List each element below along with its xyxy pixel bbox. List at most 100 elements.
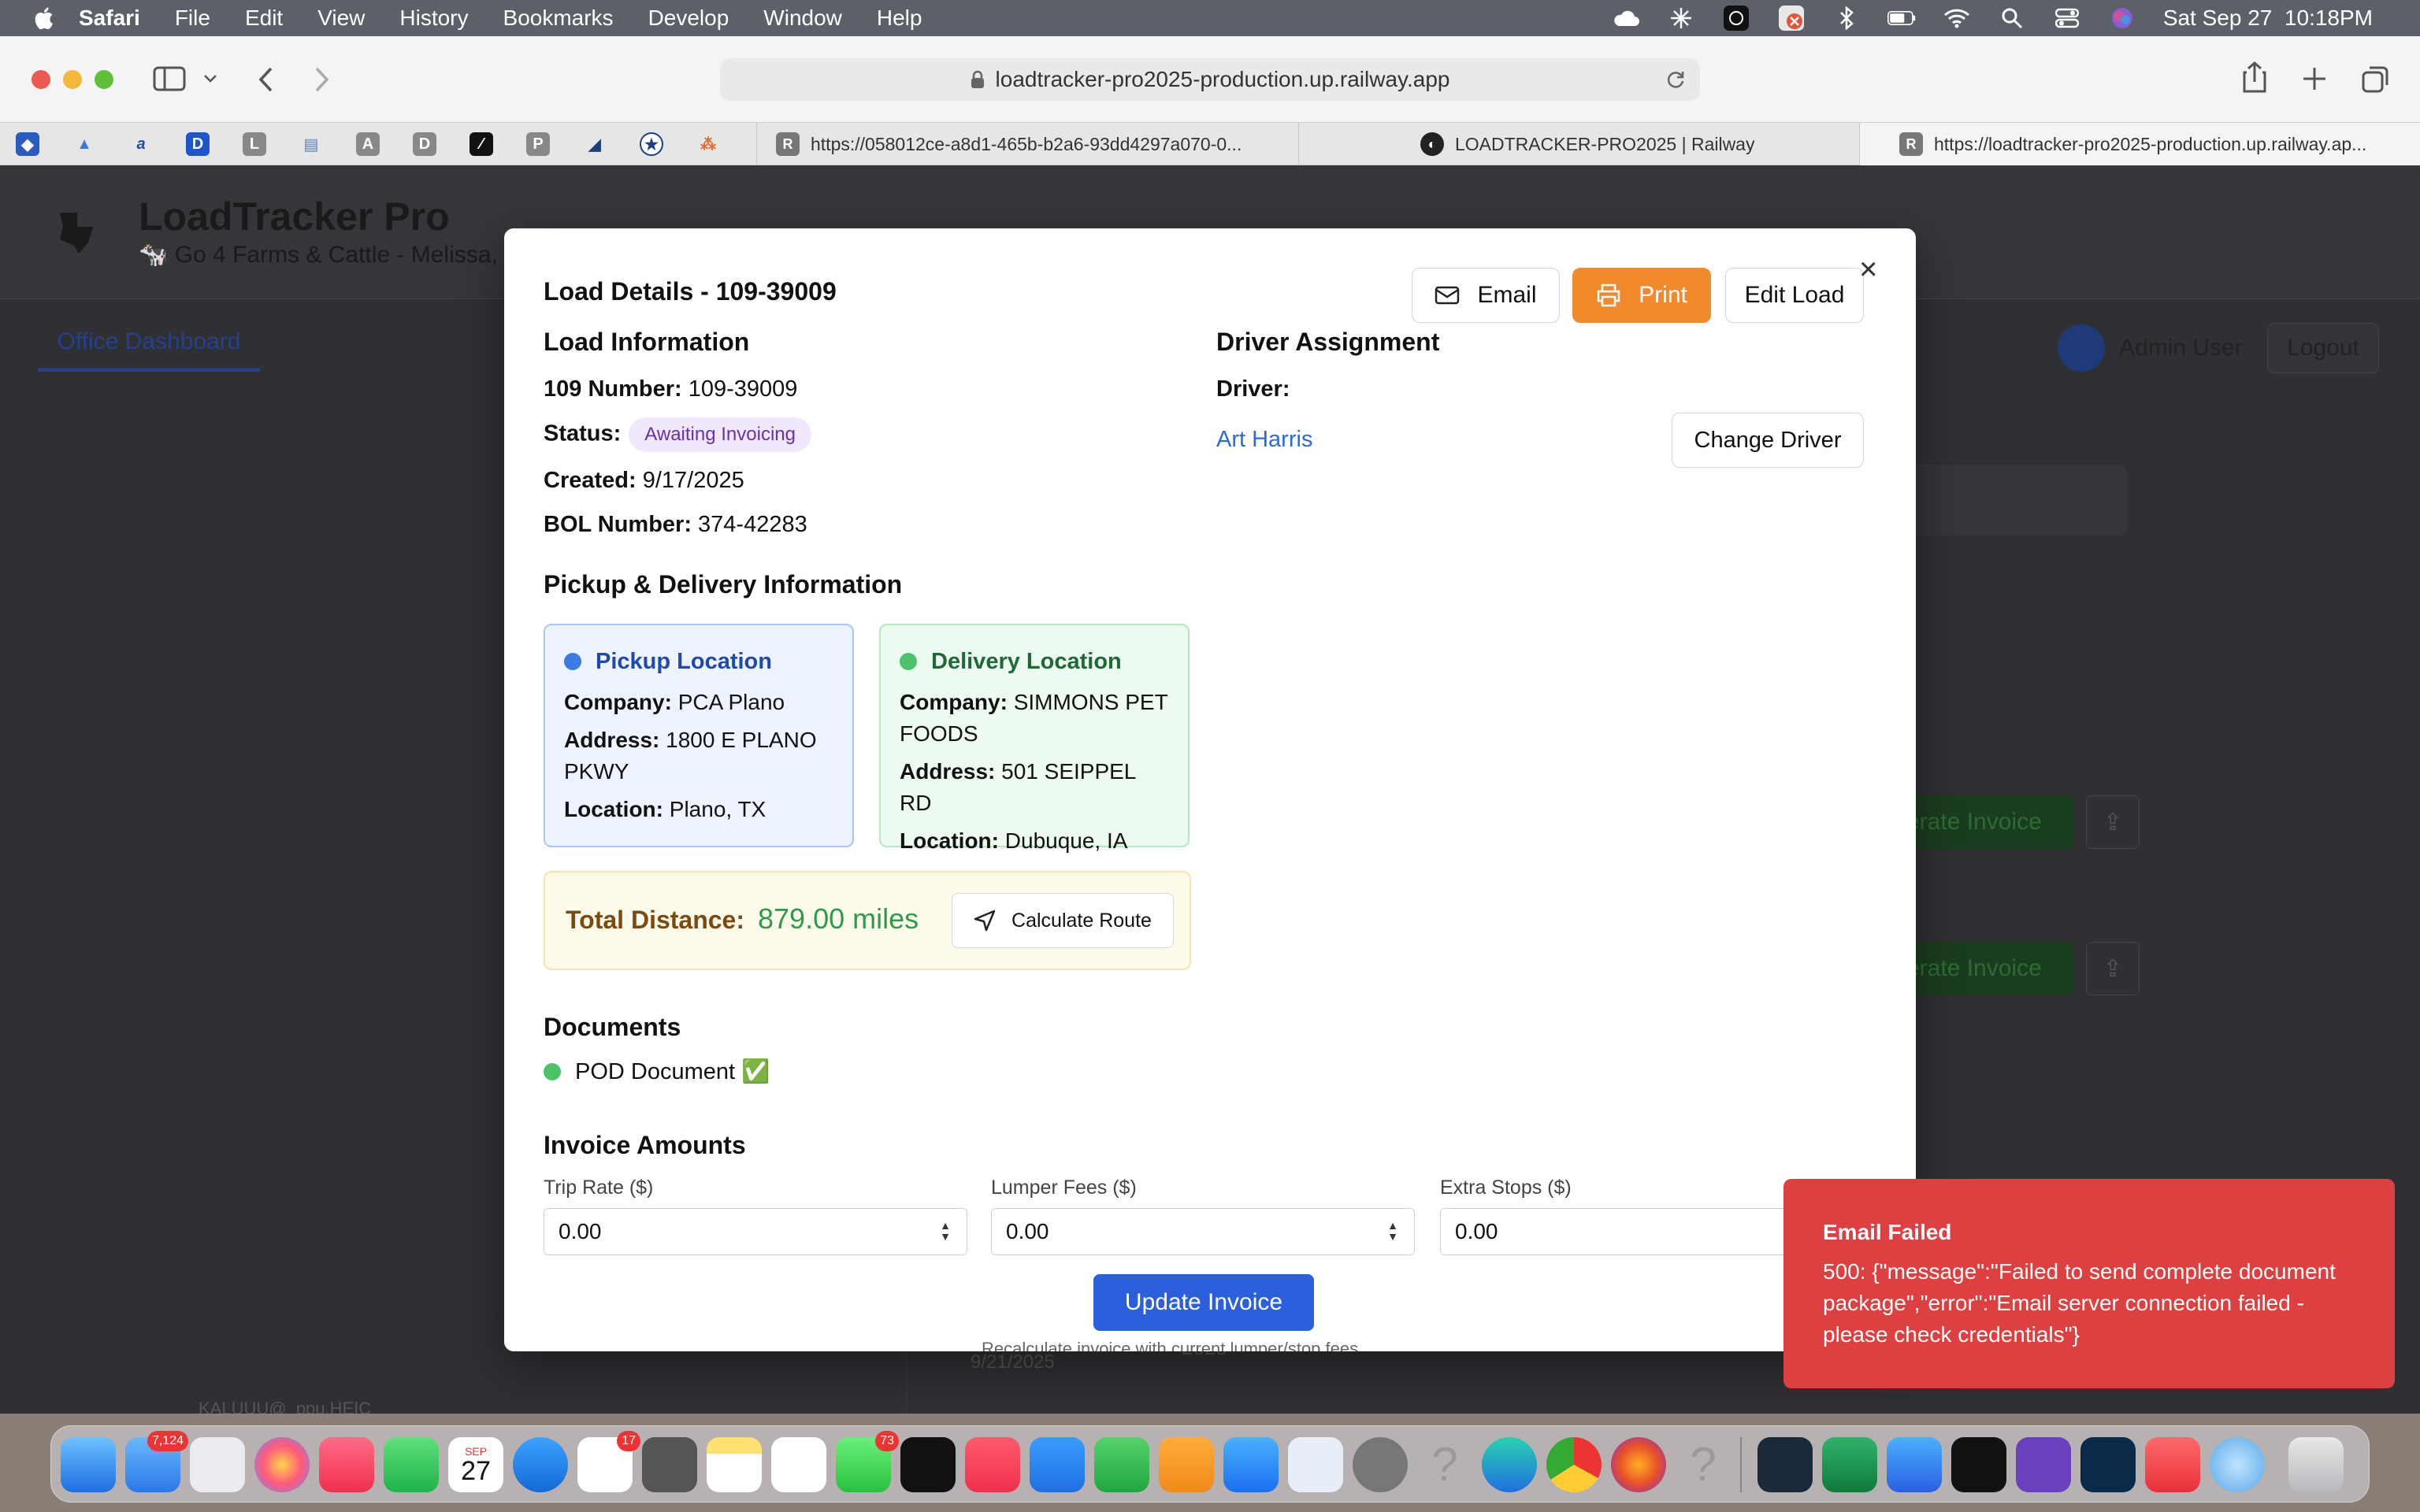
tab-3-active[interactable]: R https://loadtracker-pro2025-production…	[1859, 123, 2420, 165]
chrome-icon[interactable]	[1546, 1437, 1602, 1492]
pod-document-item[interactable]: POD Document ✅	[544, 1058, 770, 1085]
stepper-icon[interactable]: ▲ ▼	[940, 1220, 951, 1242]
menubar-clock[interactable]: Sat Sep 27 10:18PM	[2163, 6, 2373, 31]
wifi-icon[interactable]	[1943, 6, 1971, 30]
battery-icon[interactable]	[1887, 6, 1916, 30]
trip-rate-input[interactable]: 0.00 ▲ ▼	[544, 1208, 967, 1255]
tab-2[interactable]: ◐ LOADTRACKER-PRO2025 | Railway	[1298, 123, 1859, 165]
photo-app-icon[interactable]	[2080, 1437, 2136, 1492]
app-store-icon[interactable]	[1223, 1437, 1279, 1492]
update-invoice-button[interactable]: Update Invoice	[1093, 1274, 1314, 1331]
share-icon[interactable]	[2242, 61, 2267, 93]
calendar-icon[interactable]: SEP 27	[448, 1437, 503, 1492]
favorite-p-icon[interactable]: P	[526, 132, 550, 156]
messages-icon[interactable]: 73	[836, 1431, 899, 1492]
edit-load-button[interactable]: Edit Load	[1725, 268, 1864, 323]
minimize-window-button[interactable]	[63, 70, 82, 89]
reminders-icon[interactable]: 17	[577, 1431, 640, 1492]
user-menu[interactable]: Admin User	[2058, 323, 2243, 373]
cloud-upload-icon[interactable]	[2145, 1437, 2200, 1492]
icloud-icon[interactable]	[1612, 6, 1640, 30]
blocked-app-icon[interactable]	[1777, 6, 1806, 31]
trash-icon[interactable]	[2288, 1437, 2344, 1492]
new-tab-icon[interactable]	[2302, 66, 2327, 91]
address-bar[interactable]: loadtracker-pro2025-production.up.railwa…	[720, 58, 1700, 101]
upload-icon[interactable]: ⇪	[2086, 942, 2140, 995]
favorite-d-icon[interactable]: D	[186, 132, 210, 156]
perplexity-icon[interactable]	[1757, 1437, 1813, 1492]
menu-help[interactable]: Help	[877, 6, 922, 31]
favorite-hub-icon[interactable]: ⁂	[696, 132, 720, 156]
generate-invoice-button-2[interactable]: erate Invoice	[1891, 942, 2073, 995]
numbers-icon[interactable]	[1094, 1437, 1149, 1492]
system-settings-icon[interactable]	[1353, 1437, 1408, 1492]
calculate-route-button[interactable]: Calculate Route	[952, 893, 1174, 948]
edge-icon[interactable]	[1482, 1437, 1537, 1492]
email-failed-toast[interactable]: Email Failed 500: {"message":"Failed to …	[1783, 1179, 2395, 1388]
finder-icon[interactable]	[61, 1437, 116, 1492]
news-icon[interactable]	[965, 1437, 1020, 1492]
pages-icon[interactable]	[1159, 1437, 1214, 1492]
chevron-down-icon[interactable]	[203, 74, 217, 83]
mail-app-icon[interactable]: 7,124	[125, 1431, 188, 1492]
unknown-app-icon[interactable]: ?	[1417, 1437, 1472, 1492]
favorite-star-icon[interactable]: ★	[640, 132, 663, 156]
menu-window[interactable]: Window	[763, 6, 842, 31]
bluetooth-icon[interactable]	[1832, 6, 1861, 30]
driver-name-link[interactable]: Art Harris	[1216, 427, 1312, 453]
excel-icon[interactable]	[1822, 1437, 1877, 1492]
chatgpt-app-icon[interactable]	[1951, 1437, 2006, 1492]
tab-office-dashboard[interactable]: Office Dashboard	[38, 315, 260, 372]
tab-overview-icon[interactable]	[2362, 65, 2390, 93]
firefox-icon[interactable]	[1611, 1437, 1666, 1492]
print-button[interactable]: Print	[1572, 268, 1711, 323]
upload-icon[interactable]: ⇪	[2086, 795, 2140, 849]
notes-icon[interactable]	[707, 1437, 762, 1492]
calculator-icon[interactable]	[642, 1437, 697, 1492]
apple-logo-icon[interactable]	[32, 5, 55, 32]
copilot-icon[interactable]	[1887, 1437, 1942, 1492]
favorite-document-icon[interactable]: ▤	[299, 132, 323, 156]
close-icon[interactable]: ×	[1859, 252, 1877, 287]
favorite-d2-icon[interactable]: D	[413, 132, 436, 156]
disk-utility-icon[interactable]	[1288, 1437, 1343, 1492]
change-driver-button[interactable]: Change Driver	[1672, 413, 1864, 468]
siri-icon[interactable]	[2108, 6, 2136, 30]
email-button[interactable]: Email	[1412, 268, 1560, 323]
menu-file[interactable]: File	[175, 6, 210, 31]
freeform-icon[interactable]	[771, 1437, 826, 1492]
favorite-a-icon[interactable]: a	[129, 132, 153, 156]
forward-arrow-icon[interactable]	[312, 66, 331, 93]
tab-1[interactable]: R https://058012ce-a8d1-465b-b2a6-93dd42…	[756, 123, 1298, 165]
menu-history[interactable]: History	[399, 6, 468, 31]
menu-develop[interactable]: Develop	[648, 6, 729, 31]
stepper-icon[interactable]: ▲ ▼	[1387, 1220, 1398, 1242]
reload-icon[interactable]	[1665, 69, 1686, 90]
logout-button[interactable]: Logout	[2267, 323, 2379, 373]
favorite-slash-icon[interactable]: ⁄	[470, 132, 493, 156]
safari-icon[interactable]	[513, 1437, 568, 1492]
lumper-fees-input[interactable]: 0.00 ▲ ▼	[991, 1208, 1415, 1255]
maximize-window-button[interactable]	[95, 70, 113, 89]
photos-icon[interactable]	[254, 1437, 310, 1492]
favorite-diamond-icon[interactable]: ◆	[16, 132, 39, 156]
keynote-icon[interactable]	[1030, 1437, 1085, 1492]
menu-view[interactable]: View	[317, 6, 365, 31]
back-arrow-icon[interactable]	[257, 66, 276, 93]
control-center-icon[interactable]	[2053, 6, 2081, 30]
unknown-app-icon-2[interactable]: ?	[1676, 1437, 1731, 1492]
apple-tv-icon[interactable]	[900, 1437, 956, 1492]
github-icon[interactable]	[2016, 1437, 2071, 1492]
weather-icon[interactable]	[1667, 6, 1695, 30]
favorite-sail-icon[interactable]: ◢	[583, 132, 607, 156]
favorite-a2-icon[interactable]: A	[356, 132, 380, 156]
favorite-arrow-icon[interactable]: ▲	[72, 132, 96, 156]
facetime-icon[interactable]	[384, 1437, 439, 1492]
close-window-button[interactable]	[32, 70, 50, 89]
menu-edit[interactable]: Edit	[245, 6, 283, 31]
sidebar-toggle-icon[interactable]	[153, 66, 186, 91]
chatgpt-icon[interactable]	[1722, 6, 1750, 31]
launchpad-icon[interactable]	[190, 1437, 245, 1492]
menu-app-name[interactable]: Safari	[79, 6, 140, 31]
music-icon[interactable]	[319, 1437, 374, 1492]
